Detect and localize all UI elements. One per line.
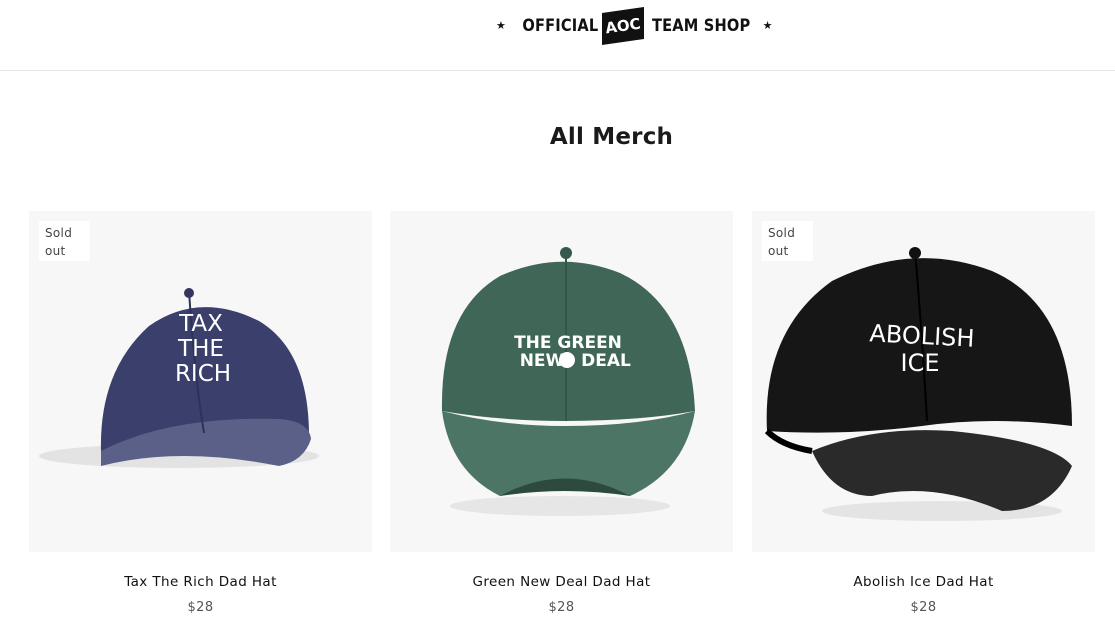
- product-price: $28: [187, 600, 214, 615]
- cap-text: ICE: [901, 349, 940, 377]
- product-image[interactable]: ABOLISH ICE Sold out: [752, 211, 1095, 552]
- product-price: $28: [910, 600, 937, 615]
- aoc-badge-logo: AOC: [602, 7, 645, 45]
- cap-text: DEAL: [581, 351, 631, 371]
- cap-text: RICH: [175, 361, 231, 387]
- globe-icon: [559, 352, 575, 368]
- site-header: ★ OFFICIAL AOC TEAM SHOP ★: [0, 0, 1115, 71]
- cap-text: NEW: [520, 351, 565, 371]
- product-card[interactable]: THE GREEN NEW DEAL Green New Deal Dad Ha…: [390, 211, 733, 615]
- cap-image-abolish-ice: ABOLISH ICE: [764, 247, 1072, 521]
- star-icon: ★: [496, 19, 506, 32]
- product-name[interactable]: Green New Deal Dad Hat: [390, 574, 733, 590]
- cap-text: ABOLISH: [869, 319, 975, 352]
- product-image[interactable]: THE GREEN NEW DEAL: [390, 211, 733, 552]
- product-card[interactable]: TAX THE RICH Sold out Tax The Rich Dad H…: [29, 211, 372, 615]
- product-image[interactable]: TAX THE RICH Sold out: [29, 211, 372, 552]
- page-title: All Merch: [549, 124, 674, 150]
- store-logo[interactable]: ★ OFFICIAL AOC TEAM SHOP ★: [496, 4, 773, 48]
- cap-text: TAX: [178, 311, 223, 337]
- cap-text: THE: [177, 336, 224, 362]
- sold-out-badge: Sold out: [39, 221, 90, 261]
- cap-text: THE GREEN: [514, 333, 622, 353]
- product-name[interactable]: Tax The Rich Dad Hat: [29, 574, 372, 590]
- cap-image-green-new-deal: THE GREEN NEW DEAL: [441, 247, 695, 516]
- star-icon: ★: [762, 19, 773, 32]
- product-card[interactable]: ABOLISH ICE Sold out Abolish Ice Dad Hat…: [752, 211, 1095, 615]
- logo-right-word: TEAM SHOP: [652, 16, 751, 36]
- cap-image-tax-the-rich: TAX THE RICH: [39, 288, 319, 468]
- logo-left-word: OFFICIAL: [522, 16, 599, 36]
- product-price: $28: [548, 600, 575, 615]
- sold-out-badge: Sold out: [762, 221, 813, 261]
- product-name[interactable]: Abolish Ice Dad Hat: [752, 574, 1095, 590]
